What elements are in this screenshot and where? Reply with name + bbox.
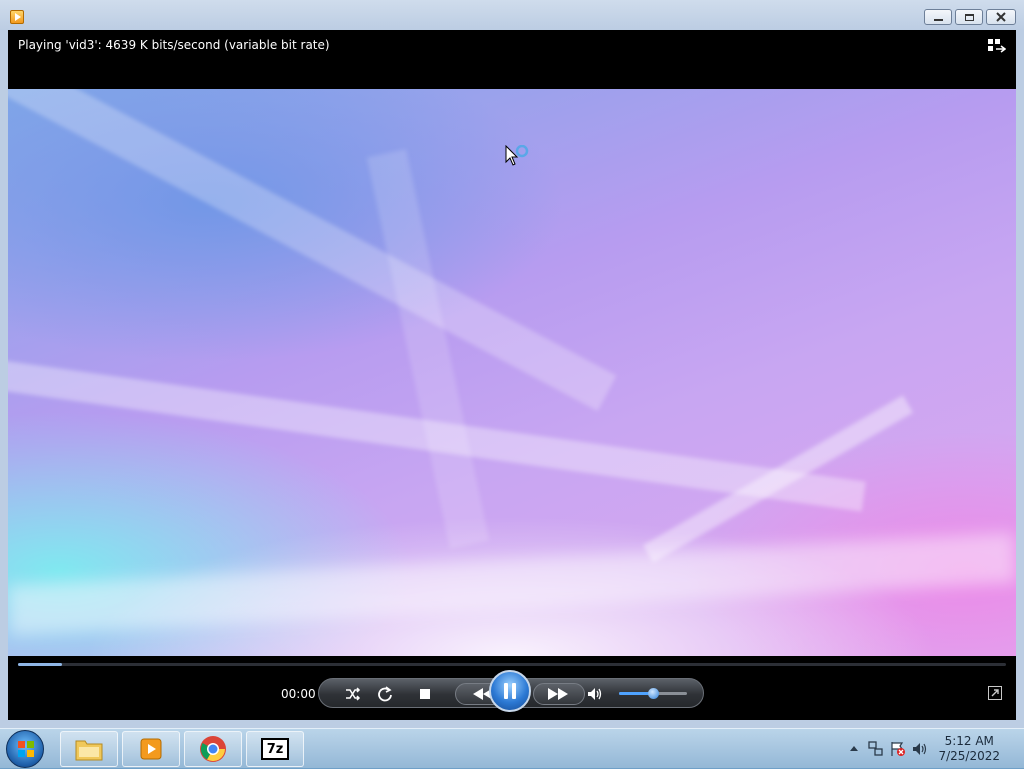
player-area: Playing 'vid3': 4639 K bits/second (vari… <box>8 30 1016 720</box>
clock-date: 7/25/2022 <box>938 749 1000 763</box>
media-player-app-icon[interactable] <box>10 10 24 24</box>
light-streak <box>8 89 617 411</box>
volume-slider-thumb[interactable] <box>648 688 659 699</box>
repeat-icon <box>378 686 392 702</box>
seek-progress <box>18 663 63 666</box>
windows-logo-icon <box>18 741 34 757</box>
volume-slider[interactable] <box>619 688 687 699</box>
fullscreen-icon[interactable] <box>988 686 1002 700</box>
start-button[interactable] <box>6 730 44 768</box>
caption-buttons <box>924 9 1016 25</box>
shuffle-button[interactable] <box>344 685 362 703</box>
taskbar-7zip[interactable]: 7z <box>246 731 304 767</box>
next-button[interactable] <box>533 683 585 705</box>
switch-to-library-icon[interactable] <box>988 39 1006 53</box>
video-display[interactable] <box>8 89 1016 656</box>
maximize-icon <box>964 13 974 21</box>
repeat-button[interactable] <box>376 685 394 703</box>
mute-button[interactable] <box>586 685 604 703</box>
stop-button[interactable] <box>416 685 434 703</box>
elapsed-time: 00:00 <box>281 687 316 701</box>
media-player-window: Playing 'vid3': 4639 K bits/second (vari… <box>0 0 1024 728</box>
title-bar[interactable] <box>0 0 1024 30</box>
media-player-icon <box>140 738 162 760</box>
light-streak <box>8 532 1016 636</box>
seek-bar[interactable] <box>18 663 1006 666</box>
action-center-icon[interactable] <box>890 741 906 757</box>
chrome-icon <box>200 736 226 762</box>
7zip-icon: 7z <box>261 738 289 760</box>
show-hidden-icons-icon[interactable] <box>850 745 858 751</box>
taskbar: 7z 5:12 AM 7/25/2022 <box>0 728 1024 768</box>
shuffle-icon <box>346 687 361 701</box>
close-icon <box>996 12 1006 22</box>
volume-icon <box>588 688 602 700</box>
next-icon <box>548 688 568 700</box>
folder-icon <box>75 740 103 761</box>
system-tray: 5:12 AM 7/25/2022 <box>824 729 1024 769</box>
maximize-button[interactable] <box>955 9 983 25</box>
network-icon[interactable] <box>868 741 884 757</box>
taskbar-chrome[interactable] <box>184 731 242 767</box>
busy-cursor-icon <box>505 145 529 166</box>
clock[interactable]: 5:12 AM 7/25/2022 <box>938 734 1000 764</box>
pause-icon <box>502 683 518 699</box>
volume-icon[interactable] <box>912 742 928 756</box>
close-button[interactable] <box>986 9 1016 25</box>
minimize-button[interactable] <box>924 9 952 25</box>
stop-icon <box>420 689 430 699</box>
taskbar-explorer[interactable] <box>60 731 118 767</box>
pause-button[interactable] <box>489 670 531 712</box>
light-streak <box>366 149 490 549</box>
taskbar-media-player[interactable] <box>122 731 180 767</box>
now-playing-status: Playing 'vid3': 4639 K bits/second (vari… <box>18 38 330 52</box>
minimize-icon <box>933 19 943 21</box>
clock-time: 5:12 AM <box>944 734 994 748</box>
7zip-icon-label: 7z <box>266 741 284 757</box>
